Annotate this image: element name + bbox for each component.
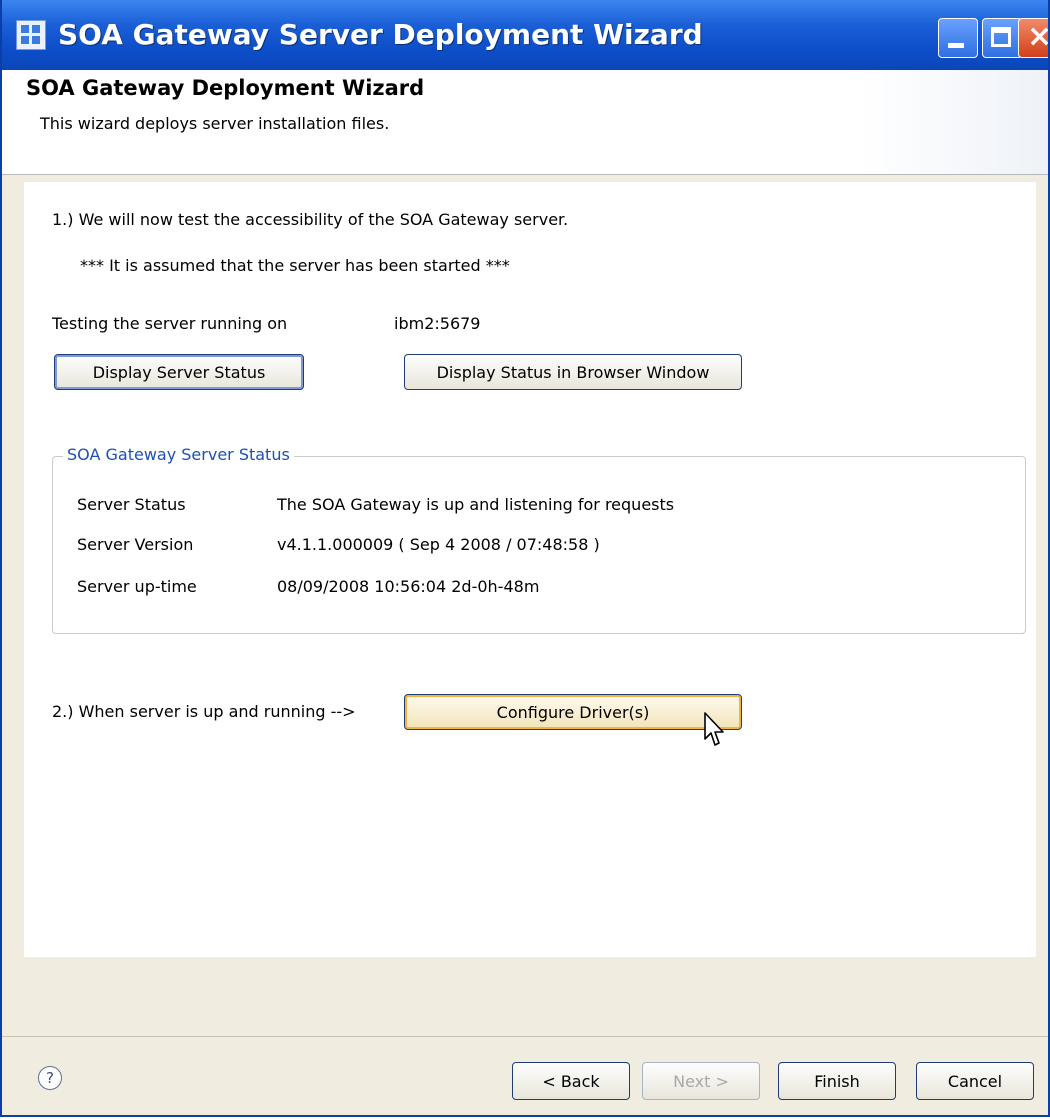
wizard-page-title: SOA Gateway Deployment Wizard: [26, 76, 425, 100]
back-button-label: < Back: [542, 1071, 600, 1091]
app-icon: [16, 20, 46, 50]
next-button-label: Next >: [673, 1071, 729, 1091]
server-status-group-title: SOA Gateway Server Status: [63, 445, 294, 464]
step1-assumption: *** It is assumed that the server has be…: [80, 256, 510, 275]
wizard-header: SOA Gateway Deployment Wizard This wizar…: [2, 70, 1048, 175]
maximize-icon: [991, 27, 1011, 47]
close-button[interactable]: ×: [1018, 18, 1050, 58]
display-server-status-button[interactable]: Display Server Status: [54, 354, 304, 390]
server-status-value: The SOA Gateway is up and listening for …: [277, 495, 675, 514]
minimize-icon: [948, 43, 964, 48]
wizard-window: SOA Gateway Server Deployment Wizard × S…: [0, 0, 1050, 1117]
minimize-button[interactable]: [938, 18, 978, 58]
wizard-page-description: This wizard deploys server installation …: [40, 114, 390, 133]
title-bar[interactable]: SOA Gateway Server Deployment Wizard ×: [2, 0, 1048, 70]
step2-label: 2.) When server is up and running -->: [52, 702, 356, 721]
maximize-button[interactable]: [982, 18, 1022, 58]
finish-button-label: Finish: [814, 1071, 860, 1091]
cancel-button[interactable]: Cancel: [916, 1062, 1034, 1100]
display-status-browser-button[interactable]: Display Status in Browser Window: [404, 354, 742, 390]
next-button[interactable]: Next >: [642, 1062, 760, 1100]
server-uptime-value: 08/09/2008 10:56:04 2d-0h-48m: [277, 577, 540, 596]
help-icon[interactable]: ?: [38, 1066, 62, 1090]
server-version-value: v4.1.1.000009 ( Sep 4 2008 / 07:48:58 ): [277, 535, 600, 554]
server-address: ibm2:5679: [394, 314, 481, 333]
finish-button[interactable]: Finish: [778, 1062, 896, 1100]
back-button[interactable]: < Back: [512, 1062, 630, 1100]
server-status-label: Server Status: [77, 495, 186, 514]
server-version-label: Server Version: [77, 535, 194, 554]
window-title: SOA Gateway Server Deployment Wizard: [58, 18, 703, 51]
footer-separator: [2, 1036, 1048, 1037]
server-status-group: SOA Gateway Server Status Server Status …: [52, 445, 1026, 634]
mouse-cursor-icon: [704, 712, 724, 746]
close-icon: ×: [1027, 19, 1050, 54]
wizard-content: 1.) We will now test the accessibility o…: [24, 182, 1036, 957]
cancel-button-label: Cancel: [947, 1071, 1003, 1091]
configure-drivers-button[interactable]: Configure Driver(s): [404, 694, 742, 730]
server-uptime-label: Server up-time: [77, 577, 197, 596]
testing-label: Testing the server running on: [52, 314, 288, 333]
step1-intro: 1.) We will now test the accessibility o…: [52, 210, 569, 229]
